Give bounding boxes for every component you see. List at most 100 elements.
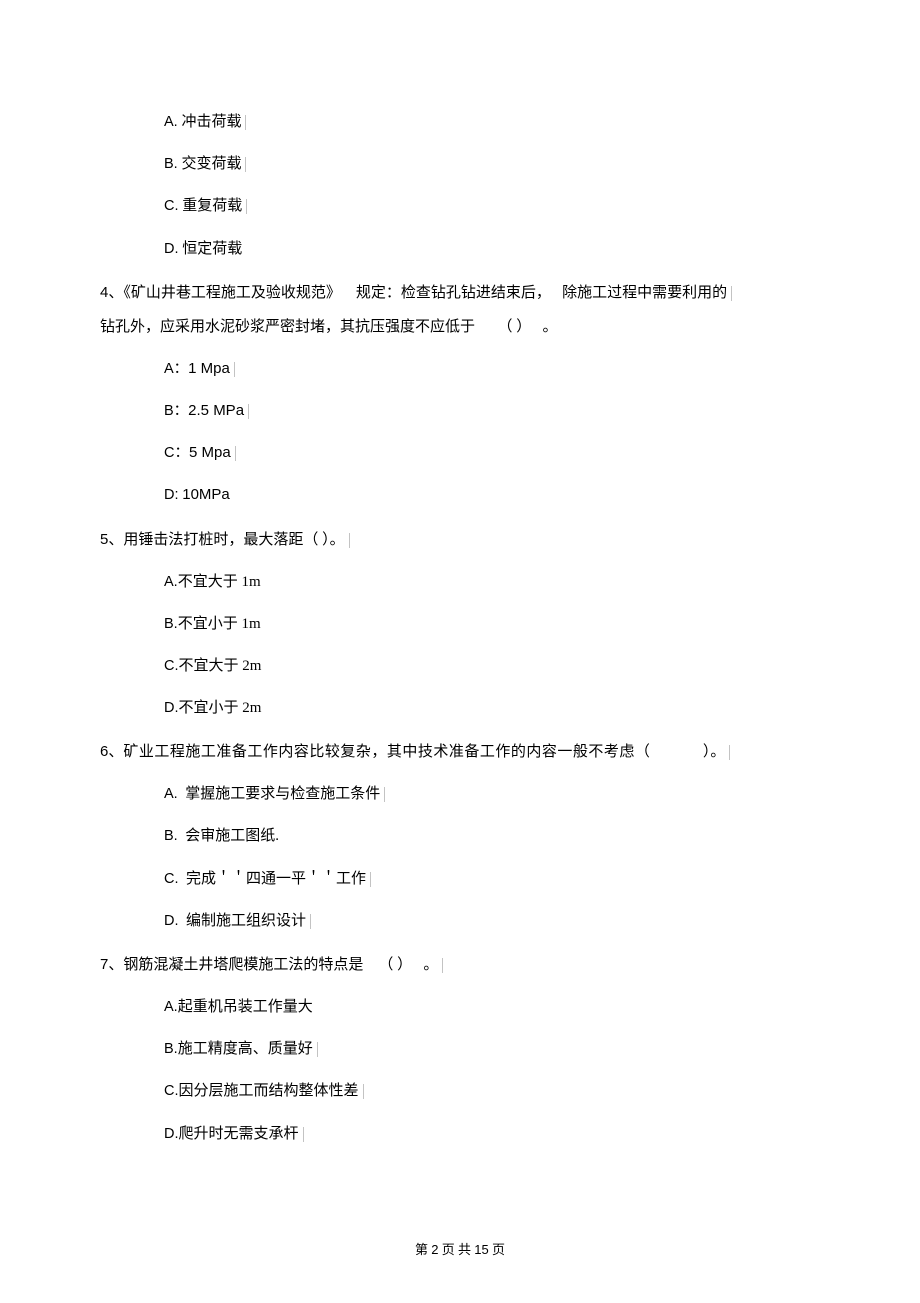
q5-option-b: B.不宜小于 1m xyxy=(164,612,820,636)
option-letter: A. xyxy=(164,786,178,802)
option-letter: D. xyxy=(164,913,179,929)
q4-stem-part-c: 除施工过程中需要利用的 xyxy=(562,285,727,301)
option-letter: D: xyxy=(164,487,179,503)
q5-option-a: A.不宜大于 1m xyxy=(164,570,820,594)
cursor-mark xyxy=(370,872,371,887)
q7-option-a: A.起重机吊装工作量大 xyxy=(164,995,820,1019)
option-letter: C. xyxy=(164,658,179,674)
q4-option-c: C：5 Mpa xyxy=(164,441,820,465)
q4-stem-part-a: 、《矿山井巷工程施工及验收规范》 xyxy=(108,285,341,301)
footer-page-total: 15 xyxy=(474,1242,488,1257)
cursor-mark xyxy=(317,1042,318,1057)
option-letter: B. xyxy=(164,156,178,172)
option-letter: A. xyxy=(164,114,178,130)
q6-stem-part-b: 矿业工程施工准备工作内容比较复杂，其中技术准备工作的内容一般不考虑（ xyxy=(123,744,650,760)
q6-option-a: A. 掌握施工要求与检查施工条件 xyxy=(164,782,820,806)
cursor-mark xyxy=(235,446,236,461)
option-text: 不宜小于 1m xyxy=(178,616,261,632)
q3-option-a: A. 冲击荷载 xyxy=(164,110,820,134)
q6-stem-part-c: ）。 xyxy=(703,744,726,760)
q4-stem-line2-b: （ ） xyxy=(498,319,532,335)
q5-stem: 5、用锤击法打桩时，最大落距（ ）。 xyxy=(100,528,820,552)
option-text: 恒定荷载 xyxy=(182,241,242,257)
q7-stem: 7、钢筋混凝土井塔爬模施工法的特点是 （ ） 。 xyxy=(100,953,820,977)
q4-stem-line2-a: 钻孔外，应采用水泥砂浆严密封堵，其抗压强度不应低于 xyxy=(100,319,475,335)
option-letter: C. xyxy=(164,871,179,887)
option-text: 掌握施工要求与检查施工条件 xyxy=(185,786,380,802)
page-footer: 第 2 页 共 15 页 xyxy=(0,1240,920,1261)
option-text: 不宜小于 2m xyxy=(179,700,262,716)
q4-stem-line2-c: 。 xyxy=(543,319,558,335)
cursor-mark xyxy=(245,157,246,172)
option-letter: A. xyxy=(164,574,178,590)
option-text: 冲击荷载 xyxy=(181,114,241,130)
q3-option-c: C. 重复荷载 xyxy=(164,194,820,218)
q4-option-a: A：1 Mpa xyxy=(164,357,820,381)
q5-stem-text: 、用锤击法打桩时，最大落距（ ）。 xyxy=(108,532,344,548)
cursor-mark xyxy=(310,914,311,929)
q4-option-d: D: 10MPa xyxy=(164,483,820,507)
option-text: 不宜大于 2m xyxy=(179,658,262,674)
cursor-mark xyxy=(303,1127,304,1142)
q7-stem-part-c: 。 xyxy=(423,957,438,973)
option-text: 爬升时无需支承杆 xyxy=(179,1126,299,1142)
option-letter: C. xyxy=(164,198,179,214)
cursor-mark xyxy=(245,115,246,130)
q7-option-d: D.爬升时无需支承杆 xyxy=(164,1122,820,1146)
option-text: 2.5 MPa xyxy=(188,402,244,419)
option-text: 编制施工组织设计 xyxy=(186,913,306,929)
q3-option-d: D. 恒定荷载 xyxy=(164,237,820,261)
option-text: 1 Mpa xyxy=(188,360,230,377)
option-letter: B. xyxy=(164,828,178,844)
option-letter: D. xyxy=(164,1126,179,1142)
q3-options: A. 冲击荷载 B. 交变荷载 C. 重复荷载 D. 恒定荷载 xyxy=(164,110,820,261)
cursor-mark xyxy=(349,533,350,548)
option-letter: A： xyxy=(164,361,188,377)
q7-stem-part-a: 、钢筋混凝土井塔爬模施工法的特点是 xyxy=(108,957,363,973)
q6-options: A. 掌握施工要求与检查施工条件 B. 会审施工图纸. C. 完成＇＇四通一平＇… xyxy=(164,782,820,933)
q7-option-c: C.因分层施工而结构整体性差 xyxy=(164,1079,820,1103)
q4-option-b: B：2.5 MPa xyxy=(164,399,820,423)
cursor-mark xyxy=(363,1084,364,1099)
option-letter: B. xyxy=(164,616,178,632)
option-letter: D. xyxy=(164,700,179,716)
q7-options: A.起重机吊装工作量大 B.施工精度高、质量好 C.因分层施工而结构整体性差 D… xyxy=(164,995,820,1146)
option-letter: D. xyxy=(164,241,179,257)
cursor-mark xyxy=(234,362,235,377)
option-text: 交变荷载 xyxy=(181,156,241,172)
option-text: 重复荷载 xyxy=(182,198,242,214)
footer-page-current: 2 xyxy=(431,1242,438,1257)
document-page: A. 冲击荷载 B. 交变荷载 C. 重复荷载 D. 恒定荷载 4、《矿山井巷工… xyxy=(0,0,920,1303)
option-letter: C. xyxy=(164,1083,179,1099)
option-letter: B. xyxy=(164,1041,178,1057)
cursor-mark xyxy=(442,958,443,973)
cursor-mark xyxy=(729,745,730,760)
option-text: 不宜大于 1m xyxy=(178,574,261,590)
footer-text-a: 第 xyxy=(415,1242,431,1257)
q6-option-b: B. 会审施工图纸. xyxy=(164,824,820,848)
cursor-mark xyxy=(246,199,247,214)
q6-option-c: C. 完成＇＇四通一平＇＇工作 xyxy=(164,867,820,891)
q7-stem-part-b: （ ） xyxy=(378,957,412,973)
q4-stem-part-b: 规定：检查钻孔钻进结束后， xyxy=(356,285,551,301)
cursor-mark xyxy=(384,787,385,802)
footer-text-b: 页 共 xyxy=(439,1242,475,1257)
q7-option-b: B.施工精度高、质量好 xyxy=(164,1037,820,1061)
option-text: 因分层施工而结构整体性差 xyxy=(179,1083,359,1099)
q6-stem: 6、矿业工程施工准备工作内容比较复杂，其中技术准备工作的内容一般不考虑（ ）。 xyxy=(100,740,820,764)
option-text: 10MPa xyxy=(182,486,230,503)
footer-text-c: 页 xyxy=(489,1242,505,1257)
option-letter: C： xyxy=(164,445,189,461)
option-letter: B： xyxy=(164,403,188,419)
q5-option-c: C.不宜大于 2m xyxy=(164,654,820,678)
option-letter: A. xyxy=(164,999,178,1015)
option-text: 会审施工图纸. xyxy=(185,828,279,844)
q4-stem: 4、《矿山井巷工程施工及验收规范》 规定：检查钻孔钻进结束后， 除施工过程中需要… xyxy=(100,281,820,339)
q5-option-d: D.不宜小于 2m xyxy=(164,696,820,720)
cursor-mark xyxy=(248,404,249,419)
option-text: 施工精度高、质量好 xyxy=(178,1041,313,1057)
cursor-mark xyxy=(731,286,732,301)
q6-stem-part-a: 、 xyxy=(108,744,123,760)
option-text: 5 Mpa xyxy=(189,444,231,461)
q3-option-b: B. 交变荷载 xyxy=(164,152,820,176)
